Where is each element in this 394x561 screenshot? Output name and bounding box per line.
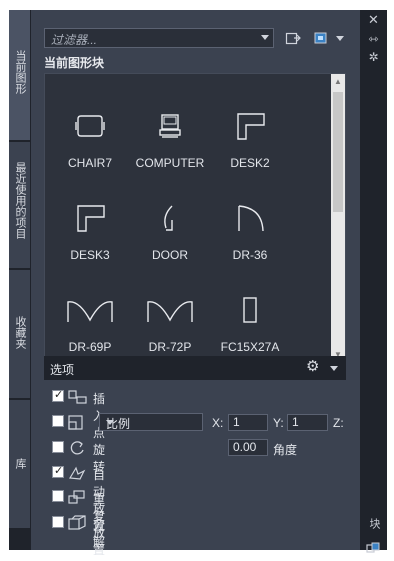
- chair-icon: [75, 115, 105, 137]
- angle-label: 角度: [273, 443, 298, 457]
- desk-icon: [237, 113, 265, 140]
- insert-point-checkbox[interactable]: [52, 388, 64, 402]
- thumbnail-view-icon[interactable]: [313, 30, 329, 46]
- chevron-down-icon: [106, 420, 114, 425]
- gear-icon[interactable]: ⚙: [306, 359, 319, 375]
- insert-point-icon: [68, 390, 87, 404]
- section-title: 当前图形块: [44, 56, 105, 70]
- close-icon[interactable]: ✕: [360, 13, 387, 27]
- door-icon: [238, 205, 264, 232]
- explode-checkbox[interactable]: [52, 516, 64, 528]
- scale-mode-select[interactable]: 比例: [99, 413, 203, 431]
- scale-icon: [68, 415, 83, 430]
- options-header: 选项 ⚙: [44, 356, 346, 380]
- blocks-grid: CHAIR7 COMPUTER DESK2 DESK3 DOOR DR-36 D…: [44, 73, 346, 364]
- repeat-place-icon: [68, 490, 85, 504]
- block-item[interactable]: DOOR: [125, 192, 215, 282]
- double-door-icon: [147, 301, 193, 322]
- auto-place-checkbox[interactable]: [52, 464, 64, 478]
- auto-place-icon: [68, 466, 86, 480]
- block-item[interactable]: DESK3: [45, 192, 135, 282]
- repeat-place-checkbox[interactable]: [52, 490, 64, 502]
- door-icon: [164, 205, 173, 231]
- tab-favorites[interactable]: 收藏夹: [9, 270, 31, 400]
- view-options-chevron-icon[interactable]: [336, 36, 344, 41]
- block-item[interactable]: COMPUTER: [125, 100, 215, 190]
- block-item[interactable]: FC15X27A: [205, 284, 295, 363]
- double-door-icon: [67, 301, 113, 322]
- x-label: X:: [212, 416, 224, 430]
- block-item[interactable]: DESK2: [205, 100, 295, 190]
- scroll-up-icon[interactable]: ▲: [334, 77, 342, 86]
- scale-checkbox[interactable]: [52, 415, 64, 427]
- desk-icon: [77, 205, 105, 232]
- scrollbar-thumb[interactable]: [333, 92, 343, 212]
- chevron-down-icon[interactable]: [261, 35, 269, 40]
- tab-library[interactable]: 库: [9, 400, 31, 530]
- tab-recent[interactable]: 最近使用的项目: [9, 142, 31, 270]
- pin-icon[interactable]: ⇿: [360, 32, 387, 46]
- insert-block-icon[interactable]: [285, 30, 301, 46]
- block-item[interactable]: DR-72P: [125, 284, 215, 363]
- settings-icon[interactable]: ✲: [360, 50, 387, 64]
- z-label: Z:: [333, 416, 344, 430]
- rotate-checkbox[interactable]: [52, 441, 64, 453]
- palette-title: 块: [368, 518, 380, 529]
- tab-current-drawing[interactable]: 当前图形: [9, 10, 31, 142]
- filter-input[interactable]: 过滤器...: [44, 28, 274, 48]
- computer-icon: [159, 114, 181, 138]
- block-item[interactable]: DR-36: [205, 192, 295, 282]
- y-label: Y:: [273, 416, 284, 430]
- palette-titlebar: ✕ ⇿ ✲ 块: [360, 10, 387, 553]
- explode-icon: [68, 515, 86, 530]
- palette-tabs: 当前图形 最近使用的项目 收藏夹 库: [9, 10, 31, 530]
- scale-y-input[interactable]: 1: [287, 414, 328, 431]
- blocks-palette-main: 过滤器... 当前图形块 CHAIR7 COMPUTER DESK2 DESK3…: [31, 10, 360, 557]
- rectangle-icon: [243, 297, 257, 323]
- grid-scrollbar[interactable]: ▲ ▼: [331, 74, 345, 363]
- chevron-down-icon[interactable]: [330, 366, 338, 371]
- rotate-angle-input[interactable]: 0.00: [228, 439, 268, 456]
- block-item[interactable]: DR-69P: [45, 284, 135, 363]
- block-item[interactable]: CHAIR7: [45, 100, 135, 190]
- rotate-icon: [70, 441, 84, 455]
- scale-x-input[interactable]: 1: [228, 414, 268, 431]
- blocks-icon: [366, 542, 380, 553]
